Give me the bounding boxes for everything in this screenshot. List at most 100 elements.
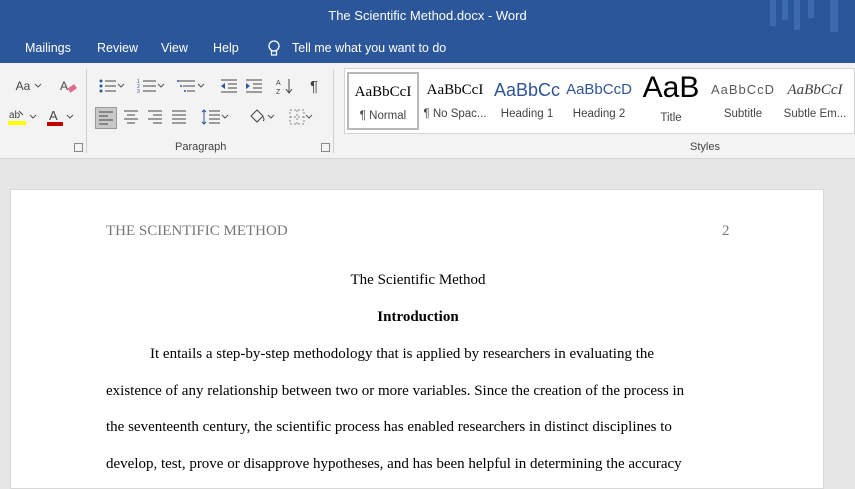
style-preview: AaBbCcD	[710, 82, 776, 97]
lightbulb-icon	[266, 39, 282, 57]
chevron-down-icon	[29, 114, 37, 119]
paragraph-group-label: Paragraph	[175, 141, 227, 153]
change-case-button[interactable]: Aa	[14, 76, 44, 96]
highlighter-icon: ab	[8, 110, 26, 125]
document-title: The Scientific Method	[350, 272, 486, 288]
style-label: Subtitle	[723, 108, 763, 120]
sort-icon: AZ	[276, 79, 293, 95]
chevron-down-icon	[305, 114, 313, 119]
decrease-indent-button[interactable]	[218, 76, 240, 96]
window-title: The Scientific Method.docx - Word	[328, 8, 527, 23]
pilcrow-icon: ¶	[309, 77, 319, 95]
style-preview: AaBbCcI	[354, 84, 412, 100]
bullets-button[interactable]	[96, 76, 128, 96]
multilevel-list-button[interactable]	[174, 76, 208, 96]
ribbon-tabs: Mailings Review View Help Tell me what y…	[0, 33, 855, 63]
font-dialog-launcher[interactable]	[74, 143, 83, 152]
body-line: develop, test, prove or disapprove hypot…	[106, 456, 682, 472]
multilevel-list-icon	[177, 80, 195, 92]
chevron-down-icon	[221, 114, 229, 119]
svg-text:3: 3	[137, 89, 140, 94]
bullets-icon	[99, 79, 116, 93]
page-number: 2	[722, 223, 730, 239]
increase-indent-icon	[246, 79, 262, 93]
tell-me-box[interactable]: Tell me what you want to do	[266, 39, 446, 57]
running-head: THE SCIENTIFIC METHOD	[106, 223, 288, 239]
tab-mailings[interactable]: Mailings	[25, 41, 71, 55]
document-page[interactable]: THE SCIENTIFIC METHOD 2 The Scientific M…	[10, 189, 824, 489]
align-left-icon	[99, 111, 113, 125]
style-label: Title	[660, 112, 682, 124]
body-line: It entails a step-by-step methodology th…	[150, 346, 655, 362]
style-preview: AaBbCcI	[787, 82, 843, 98]
justify-icon	[172, 110, 186, 124]
paint-bucket-icon	[250, 109, 265, 123]
line-spacing-button[interactable]	[198, 107, 232, 127]
style-subtle-emphasis[interactable]: AaBbCcI Subtle Em...	[779, 72, 851, 130]
body-line: existence of any relationship between tw…	[106, 383, 685, 399]
group-divider	[86, 69, 87, 153]
title-bar: The Scientific Method.docx - Word	[0, 0, 855, 33]
style-heading-1[interactable]: AaBbCc Heading 1	[491, 72, 563, 130]
chevron-down-icon	[66, 114, 74, 119]
shading-button[interactable]	[244, 107, 278, 127]
borders-icon	[289, 109, 305, 125]
style-preview: AaBbCcI	[426, 82, 484, 98]
style-label: ¶ No Spac...	[423, 108, 487, 120]
svg-text:Z: Z	[276, 89, 281, 95]
chevron-down-icon	[157, 83, 165, 88]
style-label: Subtle Em...	[783, 108, 847, 120]
tell-me-text: Tell me what you want to do	[292, 41, 447, 55]
style-label: Heading 2	[572, 108, 626, 120]
svg-text:A: A	[49, 108, 58, 123]
change-case-label: Aa	[15, 79, 31, 93]
highlight-color-button[interactable]: ab	[5, 107, 39, 127]
increase-indent-button[interactable]	[243, 76, 265, 96]
chevron-down-icon	[117, 83, 125, 88]
tab-review[interactable]: Review	[97, 41, 138, 55]
svg-text:ab: ab	[9, 110, 21, 121]
decrease-indent-icon	[221, 79, 237, 93]
style-normal[interactable]: AaBbCcI ¶ Normal	[347, 72, 419, 130]
group-divider	[333, 69, 334, 153]
body-line: the seventeenth century, the scientific …	[106, 419, 672, 435]
style-title[interactable]: AaB Title	[635, 72, 707, 130]
font-color-icon: A	[47, 108, 63, 126]
align-right-button[interactable]	[144, 107, 166, 127]
svg-text:A: A	[60, 79, 68, 93]
show-formatting-button[interactable]: ¶	[304, 76, 324, 96]
justify-button[interactable]	[168, 107, 190, 127]
align-right-icon	[148, 110, 162, 124]
align-center-icon	[124, 110, 138, 124]
styles-gallery: AaBbCcI ¶ Normal AaBbCcI ¶ No Spac... Aa…	[344, 68, 855, 134]
align-center-button[interactable]	[120, 107, 142, 127]
section-heading: Introduction	[377, 309, 459, 325]
font-color-button[interactable]: A	[44, 107, 76, 127]
align-left-button[interactable]	[95, 107, 117, 129]
tab-view[interactable]: View	[161, 41, 188, 55]
chevron-down-icon	[197, 83, 205, 88]
eraser-icon: A	[60, 79, 77, 93]
styles-group-label: Styles	[690, 141, 720, 153]
line-spacing-icon	[201, 109, 220, 125]
chevron-down-icon	[34, 83, 42, 88]
numbering-button[interactable]: 123	[134, 76, 168, 96]
style-subtitle[interactable]: AaBbCcD Subtitle	[707, 72, 779, 130]
svg-text:A: A	[276, 80, 281, 87]
clear-formatting-button[interactable]: A	[58, 76, 78, 96]
ribbon: Aa A ab A 123 AZ ¶ Paragraph AaBbCcI ¶ N…	[0, 63, 855, 159]
document-canvas: THE SCIENTIFIC METHOD 2 The Scientific M…	[0, 159, 855, 489]
numbering-icon: 123	[137, 79, 156, 94]
style-heading-2[interactable]: AaBbCcD Heading 2	[563, 72, 635, 130]
tab-help[interactable]: Help	[213, 41, 239, 55]
style-no-spacing[interactable]: AaBbCcI ¶ No Spac...	[419, 72, 491, 130]
style-label: ¶ Normal	[359, 110, 407, 122]
chevron-down-icon	[267, 114, 275, 119]
sort-button[interactable]: AZ	[274, 76, 296, 96]
style-preview: AaB	[642, 72, 700, 104]
style-preview: AaBbCc	[493, 80, 561, 100]
borders-button[interactable]	[284, 107, 318, 127]
style-preview: AaBbCcD	[566, 81, 632, 98]
paragraph-dialog-launcher[interactable]	[321, 143, 330, 152]
style-label: Heading 1	[500, 108, 554, 120]
